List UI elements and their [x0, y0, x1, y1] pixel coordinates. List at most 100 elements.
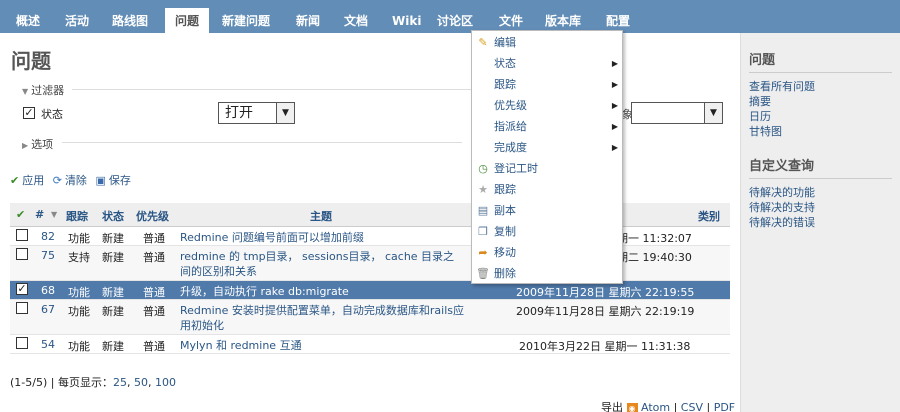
clear-button[interactable]: 清除 [65, 174, 87, 187]
per-page-25[interactable]: 25 [113, 376, 127, 389]
sidebar-query-open-features[interactable]: 待解决的功能 [749, 185, 892, 200]
tab-news[interactable]: 新闻 [296, 0, 320, 33]
filters-legend-label: 过滤器 [31, 84, 65, 97]
refresh-icon: ⟳ [52, 174, 62, 187]
context-done-ratio[interactable]: 完成度 ▶ [472, 137, 622, 158]
sidebar-link-calendar[interactable]: 日历 [749, 109, 892, 124]
issue-status: 新建 [102, 305, 124, 318]
issue-priority: 普通 [143, 286, 165, 299]
sidebar-query-open-bugs[interactable]: 待解决的错误 [749, 215, 892, 230]
save-button[interactable]: 保存 [109, 174, 131, 187]
per-page-50[interactable]: 50 [134, 376, 148, 389]
tab-documents[interactable]: 文档 [344, 0, 368, 33]
row-checkbox[interactable] [16, 302, 28, 314]
context-priority[interactable]: 优先级 ▶ [472, 95, 622, 116]
query-actions: ✔ 应用 ⟳ 清除 ▣ 保存 [10, 172, 131, 188]
fieldset-divider [72, 89, 472, 90]
tab-forums[interactable]: 讨论区 [437, 0, 473, 33]
header-id[interactable]: # [35, 208, 44, 221]
context-move[interactable]: ➦ 移动 [472, 242, 622, 263]
per-page-100[interactable]: 100 [155, 376, 176, 389]
sidebar-link-summary[interactable]: 摘要 [749, 94, 892, 109]
context-edit[interactable]: ✎ 编辑 [472, 32, 622, 53]
tab-repository[interactable]: 版本库 [545, 0, 581, 33]
filter-second-select[interactable]: ▼ [631, 102, 723, 124]
toggle-all-icon[interactable]: ✔ [16, 208, 25, 221]
sidebar-custom-queries-title: 自定义查询 [749, 155, 892, 179]
issue-subject-link[interactable]: Redmine 安装时提供配置菜单，自动完成数据库和rails应用初始化 [180, 303, 465, 333]
context-item-label: 跟踪 [494, 183, 516, 196]
tab-activity[interactable]: 活动 [65, 0, 89, 33]
context-status[interactable]: 状态 ▶ [472, 53, 622, 74]
submenu-arrow-icon: ▶ [611, 122, 618, 131]
header-subject[interactable]: 主题 [310, 208, 332, 224]
row-checkbox[interactable] [16, 337, 28, 349]
context-delete[interactable]: 🗑 删除 [472, 263, 622, 284]
context-watch[interactable]: ★ 跟踪 [472, 179, 622, 200]
filters-legend[interactable]: ▼ 过滤器 [22, 82, 64, 98]
header-status[interactable]: 状态 [102, 208, 124, 224]
table-row[interactable]: 67 功能 新建 普通 Redmine 安装时提供配置菜单，自动完成数据库和ra… [10, 300, 730, 335]
issue-subject-link[interactable]: Mylyn 和 redmine 互通 [180, 338, 465, 353]
tab-wiki[interactable]: Wiki [392, 0, 421, 33]
expand-arrow-icon: ▶ [22, 141, 29, 150]
context-item-label: 复制 [494, 225, 516, 238]
issue-tracker: 支持 [68, 251, 90, 264]
context-item-label: 删除 [494, 267, 516, 280]
issue-id-link[interactable]: 67 [41, 303, 55, 316]
context-menu: ✎ 编辑 状态 ▶ 跟踪 ▶ 优先级 ▶ 指派给 ▶ 完成度 ▶ ◷ 登记工时 ★ 跟踪 ▤ 副本… [471, 30, 623, 284]
export-formats: 导出 ◉ Atom | CSV | PDF [601, 401, 736, 412]
context-copy[interactable]: ❐ 复制 [472, 221, 622, 242]
tab-roadmap[interactable]: 路线图 [112, 0, 148, 33]
issue-subject-link[interactable]: 升级，自动执行 rake db:migrate [180, 284, 465, 299]
row-checkbox[interactable]: ✓ [16, 283, 28, 295]
context-item-label: 移动 [494, 246, 516, 259]
context-tracker[interactable]: 跟踪 ▶ [472, 74, 622, 95]
context-duplicate[interactable]: ▤ 副本 [472, 200, 622, 221]
issue-subject-link[interactable]: redmine 的 tmp目录， sessions目录， cache 目录之间的… [180, 249, 465, 279]
context-assign-to[interactable]: 指派给 ▶ [472, 116, 622, 137]
sidebar-link-gantt[interactable]: 甘特图 [749, 124, 892, 139]
fieldset-divider [62, 142, 462, 143]
issue-id-link[interactable]: 54 [41, 338, 55, 351]
issue-tracker: 功能 [68, 305, 90, 318]
sidebar-link-all-issues[interactable]: 查看所有问题 [749, 79, 892, 94]
issue-status: 新建 [102, 251, 124, 264]
issue-id-link[interactable]: 82 [41, 230, 55, 243]
tab-issues[interactable]: 问题 [165, 0, 209, 34]
filter-status-value: 打开 [225, 105, 253, 121]
sidebar-query-open-support[interactable]: 待解决的支持 [749, 200, 892, 215]
issue-id-link[interactable]: 75 [41, 249, 55, 262]
header-tracker[interactable]: 跟踪 [66, 208, 88, 224]
issue-status: 新建 [102, 286, 124, 299]
options-legend[interactable]: ▶ 选项 [22, 136, 53, 152]
submenu-arrow-icon: ▶ [611, 59, 618, 68]
export-pdf-link[interactable]: PDF [714, 401, 735, 412]
header-priority[interactable]: 优先级 [136, 208, 169, 224]
export-atom-link[interactable]: Atom [641, 401, 670, 412]
context-item-label: 优先级 [494, 99, 527, 112]
context-item-label: 跟踪 [494, 78, 516, 91]
issue-tracker: 功能 [68, 232, 90, 245]
context-log-time[interactable]: ◷ 登记工时 [472, 158, 622, 179]
tab-overview[interactable]: 概述 [16, 0, 40, 33]
export-csv-link[interactable]: CSV [681, 401, 703, 412]
header-category[interactable]: 类别 [698, 208, 720, 224]
move-icon: ➦ [478, 246, 488, 259]
table-row[interactable]: 54 功能 新建 普通 Mylyn 和 redmine 互通 2010年3月22… [10, 335, 730, 354]
submenu-arrow-icon: ▶ [611, 143, 618, 152]
issue-id-link[interactable]: 68 [41, 284, 55, 297]
clock-icon: ◷ [478, 162, 488, 175]
issue-subject-link[interactable]: Redmine 问题编号前面可以增加前缀 [180, 230, 465, 245]
tab-files[interactable]: 文件 [499, 0, 523, 33]
row-checkbox[interactable] [16, 248, 28, 260]
issue-priority: 普通 [143, 340, 165, 353]
pencil-icon: ✎ [478, 36, 488, 49]
filter-status-checkbox[interactable]: ✓ [23, 107, 35, 119]
row-checkbox[interactable] [16, 229, 28, 241]
tab-new-issue[interactable]: 新建问题 [222, 0, 270, 33]
tab-settings[interactable]: 配置 [606, 0, 630, 33]
filter-status-select[interactable]: 打开 ▼ [218, 102, 295, 124]
check-icon: ✔ [10, 174, 20, 187]
apply-button[interactable]: 应用 [22, 174, 44, 187]
